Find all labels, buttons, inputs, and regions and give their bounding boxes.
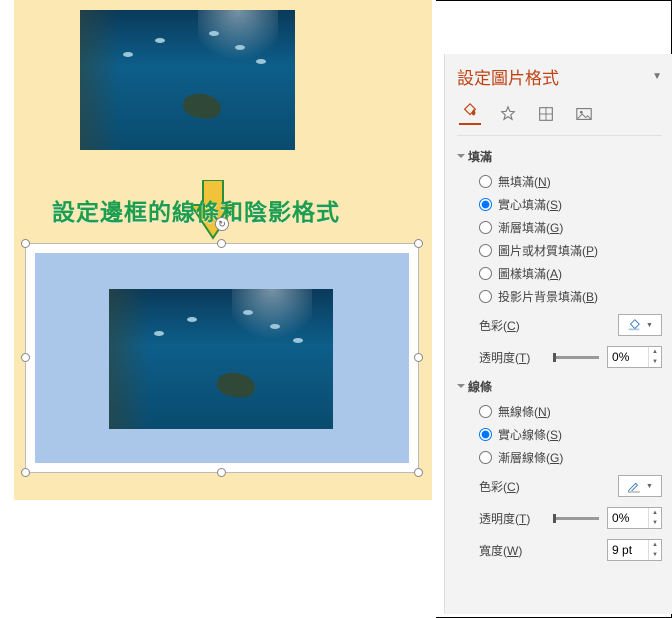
spinner-up[interactable]: ▲ — [649, 508, 661, 518]
fill-option-slidebg[interactable]: 投影片背景填滿(B) — [479, 285, 662, 308]
line-transparency-input[interactable] — [608, 508, 648, 528]
line-option-gradient[interactable]: 漸層線條(G) — [479, 446, 662, 469]
fill-line-tab-icon[interactable] — [459, 103, 481, 125]
format-picture-panel: 設定圖片格式 ▼ 填滿 無填滿(N) 實心填滿(S) 漸層填滿(G) 圖片或材質… — [444, 54, 672, 614]
fill-option-solid[interactable]: 實心填滿(S) — [479, 193, 662, 216]
fill-transparency-slider[interactable] — [553, 356, 599, 359]
picture-tab-icon[interactable] — [573, 103, 595, 125]
fill-transparency-spinner[interactable]: ▲▼ — [607, 346, 662, 368]
spinner-down[interactable]: ▼ — [649, 550, 661, 560]
line-section-header[interactable]: 線條 — [457, 372, 662, 400]
fill-option-picture[interactable]: 圖片或材質填滿(P) — [479, 239, 662, 262]
line-option-none[interactable]: 無線條(N) — [479, 400, 662, 423]
spinner-down[interactable]: ▼ — [649, 357, 661, 367]
resize-handle[interactable] — [217, 468, 226, 477]
fill-color-button[interactable]: ▼ — [618, 314, 662, 336]
resize-handle[interactable] — [414, 468, 423, 477]
line-option-solid[interactable]: 實心線條(S) — [479, 423, 662, 446]
rotate-handle[interactable] — [215, 217, 229, 231]
panel-tab-icons — [457, 101, 662, 136]
fill-options: 無填滿(N) 實心填滿(S) 漸層填滿(G) 圖片或材質填滿(P) 圖樣填滿(A… — [457, 170, 662, 308]
chevron-down-icon: ▼ — [646, 483, 653, 490]
collapse-icon — [457, 384, 465, 388]
resize-handle[interactable] — [21, 468, 30, 477]
headline-text: 設定邊框的線條和陰影格式 — [52, 193, 340, 227]
resize-handle[interactable] — [414, 239, 423, 248]
size-properties-tab-icon[interactable] — [535, 103, 557, 125]
spinner-up[interactable]: ▲ — [649, 540, 661, 550]
sea-illustration — [80, 10, 295, 150]
resize-handle[interactable] — [217, 239, 226, 248]
chevron-down-icon: ▼ — [646, 322, 653, 329]
panel-menu-icon[interactable]: ▼ — [652, 71, 662, 82]
line-color-row: 色彩(C) ▼ — [457, 469, 662, 501]
resize-handle[interactable] — [21, 353, 30, 362]
fill-option-none[interactable]: 無填滿(N) — [479, 170, 662, 193]
spinner-down[interactable]: ▼ — [649, 518, 661, 528]
sea-illustration — [109, 289, 333, 429]
line-color-button[interactable]: ▼ — [618, 475, 662, 497]
top-image[interactable] — [80, 10, 295, 150]
collapse-icon — [457, 154, 465, 158]
fill-color-row: 色彩(C) ▼ — [457, 308, 662, 340]
line-width-spinner[interactable]: ▲▼ — [607, 539, 662, 561]
line-transparency-row: 透明度(T) ▲▼ — [457, 501, 662, 533]
effects-tab-icon[interactable] — [497, 103, 519, 125]
pen-icon — [627, 479, 641, 493]
line-width-label: 寬度(W) — [479, 542, 522, 559]
panel-title-text: 設定圖片格式 — [457, 64, 559, 89]
spinner-up[interactable]: ▲ — [649, 347, 661, 357]
resize-handle[interactable] — [414, 353, 423, 362]
panel-title: 設定圖片格式 ▼ — [457, 64, 662, 89]
fill-transparency-row: 透明度(T) ▲▼ — [457, 340, 662, 372]
line-transparency-label: 透明度(T) — [479, 510, 530, 527]
line-width-row: 寬度(W) ▲▼ — [457, 533, 662, 565]
line-options: 無線條(N) 實心線條(S) 漸層線條(G) — [457, 400, 662, 469]
resize-handle[interactable] — [21, 239, 30, 248]
framed-image — [109, 289, 333, 429]
fill-color-label: 色彩(C) — [479, 317, 520, 334]
selected-picture-frame[interactable] — [26, 244, 418, 472]
fill-option-gradient[interactable]: 漸層填滿(G) — [479, 216, 662, 239]
line-transparency-spinner[interactable]: ▲▼ — [607, 507, 662, 529]
line-transparency-slider[interactable] — [553, 517, 599, 520]
fill-section-header[interactable]: 填滿 — [457, 142, 662, 170]
fill-transparency-label: 透明度(T) — [479, 349, 530, 366]
slide-canvas: 設定邊框的線條和陰影格式 — [0, 0, 436, 618]
fill-transparency-input[interactable] — [608, 347, 648, 367]
line-width-input[interactable] — [608, 540, 648, 560]
line-color-label: 色彩(C) — [479, 478, 520, 495]
paint-bucket-icon — [627, 318, 641, 332]
fill-option-pattern[interactable]: 圖樣填滿(A) — [479, 262, 662, 285]
